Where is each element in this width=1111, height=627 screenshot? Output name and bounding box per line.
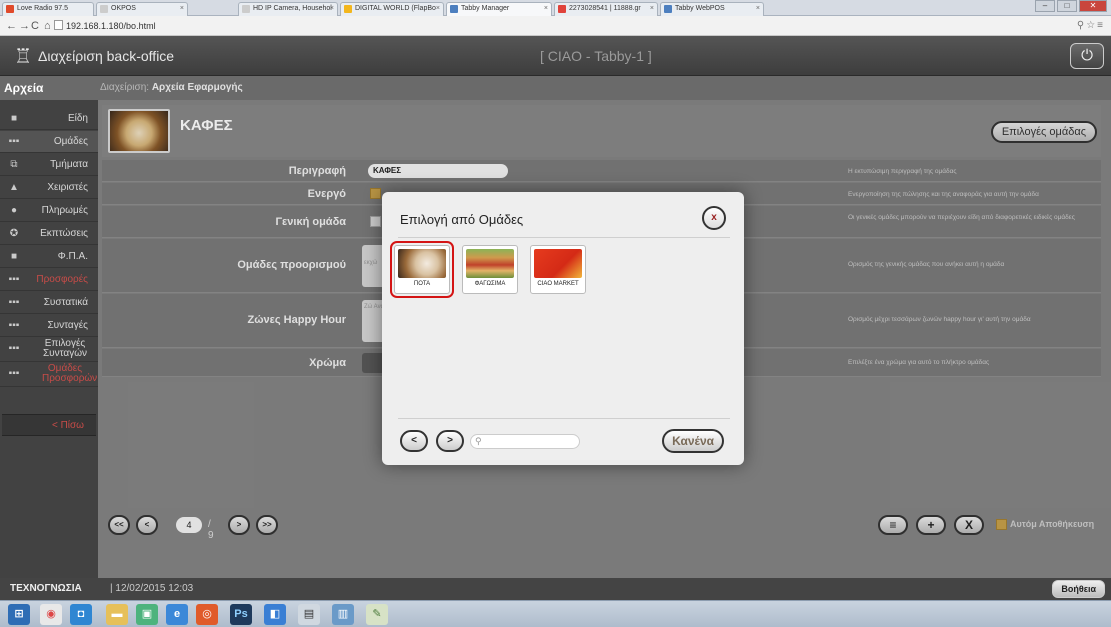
windows-taskbar: ⊞ ◉ ◘ ▬ ▣ e ◎ Ps ◧ ▤ ▥ ✎ bbox=[0, 600, 1111, 627]
close-icon[interactable]: ✕ bbox=[1079, 0, 1107, 12]
address-bar: ← → C ⌂ 192.168.1.180/bo.html ⚲☆≡ bbox=[0, 16, 1111, 36]
browser-tab[interactable]: HD IP Camera, Househol × bbox=[238, 2, 338, 16]
editor-icon[interactable]: ▥ bbox=[332, 604, 354, 625]
app-header: ♖ Διαχείριση back-office [ CIAO - Tabby-… bbox=[0, 36, 1111, 76]
forward-arrow-icon[interactable]: → bbox=[19, 20, 30, 32]
section-bar: Αρχεία Διαχείριση: Αρχεία Εφαρμογής bbox=[0, 76, 1111, 100]
chrome-icon[interactable]: ◎ bbox=[196, 604, 218, 625]
back-arrow-icon[interactable]: ← bbox=[6, 20, 17, 32]
status-datetime: | 12/02/2015 12:03 bbox=[110, 583, 194, 594]
group-option-ciao-market[interactable]: CIAO MARKET bbox=[530, 245, 586, 294]
tab-close-icon[interactable]: × bbox=[436, 3, 440, 15]
dialog-prev-button[interactable]: < bbox=[400, 430, 428, 452]
dialog-title: Επιλογή από Ομάδες bbox=[400, 212, 524, 227]
group-picker-dialog: Επιλογή από Ομάδες x ΠΟΤΑ ΦΑΓΩΣΙΜΑ CIAO … bbox=[382, 192, 744, 465]
none-button[interactable]: Κανένα bbox=[662, 429, 724, 453]
tool-icon[interactable]: ◧ bbox=[264, 604, 286, 625]
zoom-icon[interactable]: ⚲ bbox=[1077, 20, 1086, 31]
waiter-logo-icon: ♖ bbox=[14, 46, 32, 68]
store-title: [ CIAO - Tabby-1 ] bbox=[540, 48, 652, 64]
coffee-image bbox=[398, 249, 446, 278]
star-icon[interactable]: ☆ bbox=[1086, 20, 1097, 31]
url-field[interactable]: 192.168.1.180/bo.html bbox=[54, 19, 156, 33]
tabby-favicon-icon bbox=[450, 5, 458, 13]
app-icon[interactable]: ◘ bbox=[70, 604, 92, 625]
status-bar: ΤΕΧΝΟΓΝΩΣΙΑ | 12/02/2015 12:03 Βοήθεια bbox=[0, 578, 1111, 600]
tab-close-icon[interactable]: × bbox=[650, 3, 654, 15]
tab-close-icon[interactable]: × bbox=[180, 3, 184, 15]
organization-name: ΤΕΧΝΟΓΝΩΣΙΑ bbox=[10, 583, 82, 594]
dialog-divider bbox=[398, 237, 730, 238]
tabby-favicon-icon bbox=[664, 5, 672, 13]
photoshop-icon[interactable]: Ps bbox=[230, 604, 252, 625]
app-title: Διαχείριση back-office bbox=[38, 48, 175, 64]
power-icon: ⏻ bbox=[1081, 47, 1093, 64]
photos-icon[interactable]: ▣ bbox=[136, 604, 158, 625]
browser-tab-active[interactable]: Tabby Manager × bbox=[446, 2, 552, 16]
browser-tab[interactable]: Tabby WebPOS × bbox=[660, 2, 764, 16]
reload-icon[interactable]: C bbox=[31, 20, 39, 32]
window-controls: – □ ✕ bbox=[1035, 0, 1107, 14]
dialog-next-button[interactable]: > bbox=[436, 430, 464, 452]
page-favicon-icon bbox=[100, 5, 108, 13]
help-button[interactable]: Βοήθεια bbox=[1052, 580, 1105, 598]
folder-icon[interactable]: ▬ bbox=[106, 604, 128, 625]
group-option-food[interactable]: ΦΑΓΩΣΙΜΑ bbox=[462, 245, 518, 294]
mug-image bbox=[534, 249, 582, 278]
page-favicon-icon bbox=[242, 5, 250, 13]
browser-icon[interactable]: ◉ bbox=[40, 604, 62, 625]
minimize-icon[interactable]: – bbox=[1035, 0, 1055, 12]
tab-close-icon[interactable]: × bbox=[756, 3, 760, 15]
browser-tab[interactable]: Love Radio 97.5 bbox=[2, 2, 94, 16]
browser-tab[interactable]: OKPOS × bbox=[96, 2, 188, 16]
maximize-icon[interactable]: □ bbox=[1057, 0, 1077, 12]
sandwich-image bbox=[466, 249, 514, 278]
browser-tab[interactable]: 2273028541 | 11888.gr × bbox=[554, 2, 658, 16]
browser-actions: ⚲☆≡ bbox=[1077, 20, 1105, 31]
dialog-search-input[interactable]: ⚲ bbox=[470, 434, 580, 449]
tab-close-icon[interactable]: × bbox=[544, 3, 548, 15]
browser-tab[interactable]: DIGITAL WORLD (FlapBo × bbox=[340, 2, 444, 16]
bo-favicon-icon bbox=[344, 5, 352, 13]
paint-icon[interactable]: ✎ bbox=[366, 604, 388, 625]
home-icon[interactable]: ⌂ bbox=[44, 20, 51, 32]
ie-icon[interactable]: e bbox=[166, 604, 188, 625]
window-icon[interactable]: ▤ bbox=[298, 604, 320, 625]
site-favicon-icon bbox=[558, 5, 566, 13]
power-button[interactable]: ⏻ bbox=[1070, 43, 1104, 69]
page-icon bbox=[54, 20, 63, 30]
search-icon: ⚲ bbox=[475, 436, 482, 446]
section-label: Αρχεία bbox=[4, 81, 44, 95]
menu-icon[interactable]: ≡ bbox=[1097, 20, 1105, 31]
dialog-close-button[interactable]: x bbox=[702, 206, 726, 230]
radio-favicon-icon bbox=[6, 5, 14, 13]
start-icon[interactable]: ⊞ bbox=[8, 604, 30, 625]
dialog-divider bbox=[398, 418, 730, 419]
breadcrumb: Διαχείριση: Αρχεία Εφαρμογής bbox=[100, 82, 243, 93]
tab-close-icon[interactable]: × bbox=[330, 3, 334, 15]
browser-tab-bar: Love Radio 97.5 OKPOS × HD IP Camera, Hou… bbox=[0, 0, 1111, 16]
group-option-drinks[interactable]: ΠΟΤΑ bbox=[390, 241, 454, 298]
